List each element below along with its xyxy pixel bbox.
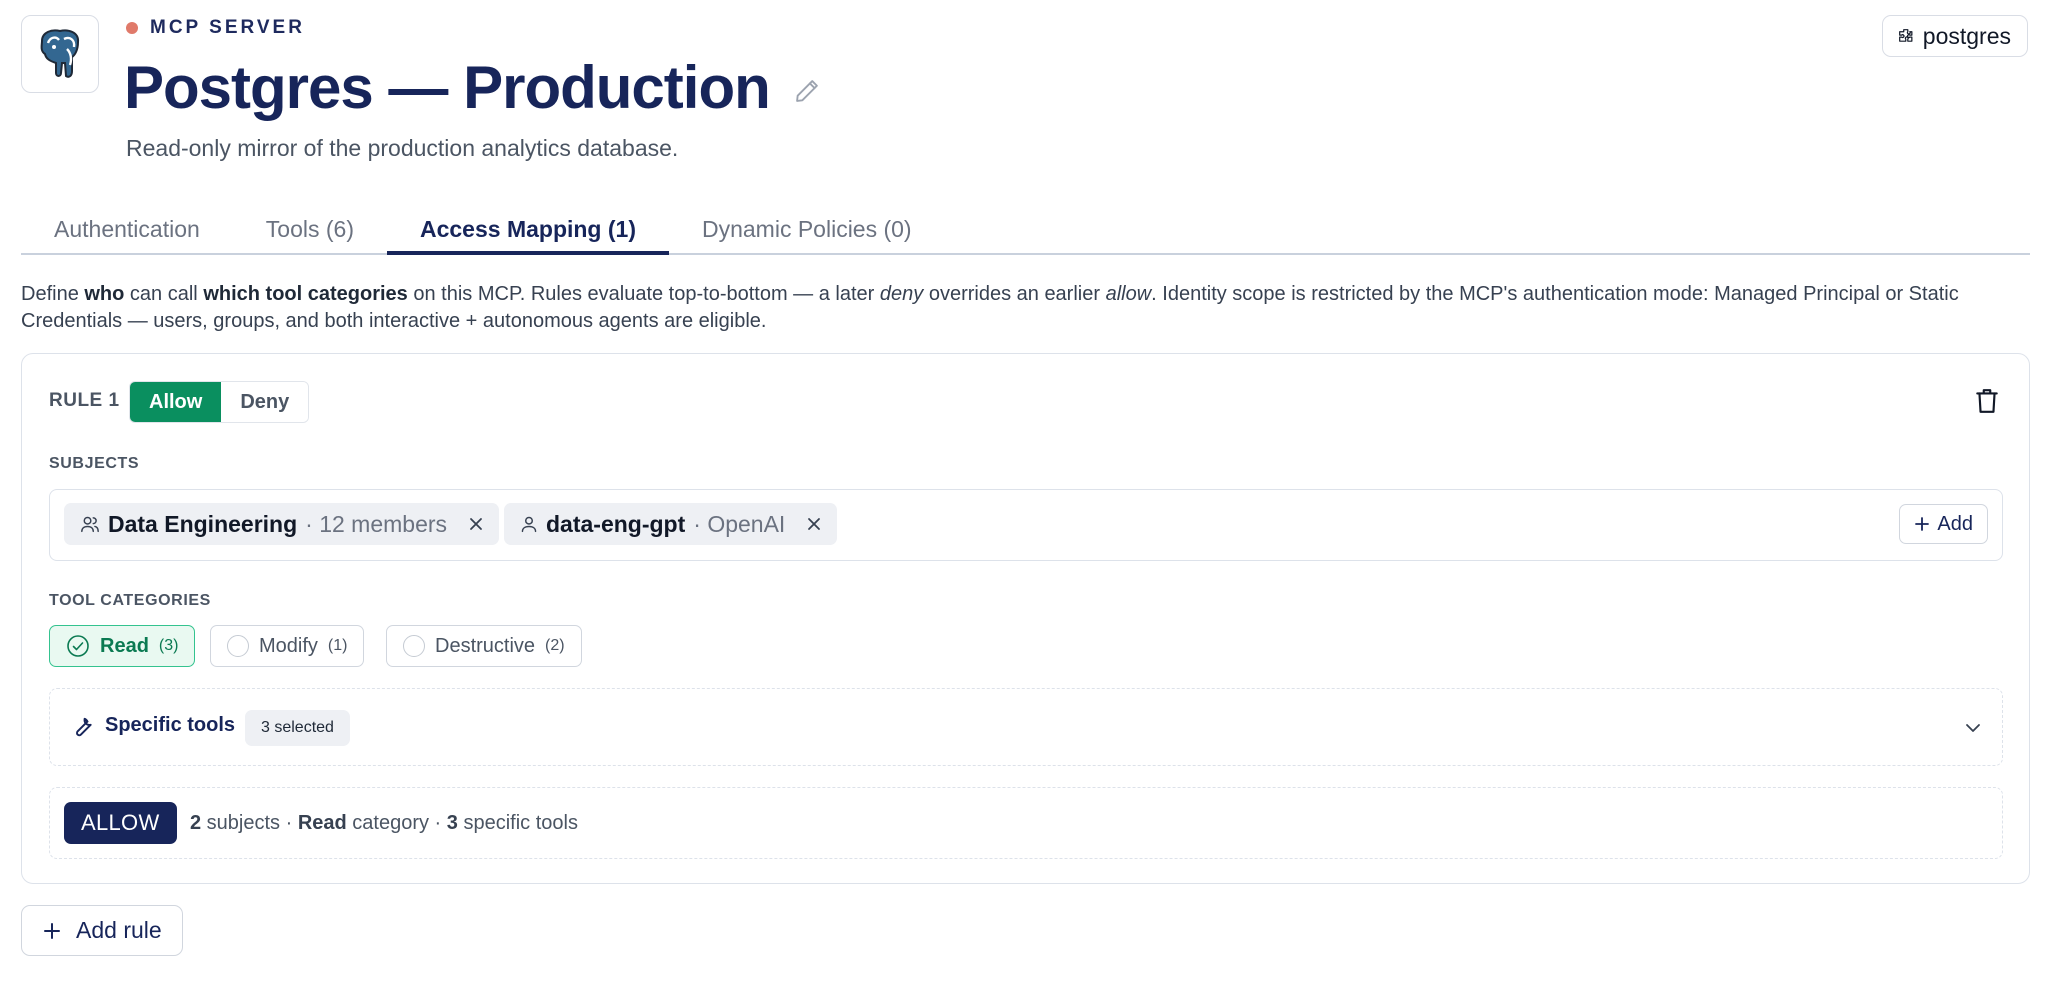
specific-tools-count-badge: 3 selected xyxy=(245,710,350,746)
add-rule-button[interactable]: Add rule xyxy=(21,905,183,956)
subjects-field[interactable]: Data Engineering · 12 members data-eng-g… xyxy=(49,489,2003,561)
summary-text: 2 subjects · Read category · 3 specific … xyxy=(190,812,578,834)
rule-card: RULE 1 Allow Deny SUBJECTS Data Engineer… xyxy=(21,353,2030,884)
edit-title-button[interactable] xyxy=(792,76,822,106)
add-subject-label: Add xyxy=(1937,512,1973,535)
allow-toggle-button[interactable]: Allow xyxy=(130,382,222,422)
plus-icon xyxy=(44,922,60,939)
check-circle-icon xyxy=(67,635,89,657)
postgres-elephant-icon xyxy=(40,29,80,78)
wrench-icon xyxy=(76,717,92,737)
rule-label: RULE 1 xyxy=(49,390,120,411)
add-rule-label: Add rule xyxy=(76,917,162,943)
specific-tools-label: Specific tools xyxy=(105,714,236,736)
add-subject-button[interactable]: Add xyxy=(1899,504,1988,544)
effect-badge: ALLOW xyxy=(64,802,177,844)
remove-subject-button[interactable] xyxy=(805,515,823,533)
eyebrow-text: MCP SERVER xyxy=(150,17,305,38)
access-mapping-description: Define who can call which tool categorie… xyxy=(21,283,1959,332)
subject-name: data-eng-gpt xyxy=(546,510,686,537)
chevron-down-icon xyxy=(1966,724,1980,732)
title-row: Postgres — Production xyxy=(124,50,822,126)
tab-bar: Authentication Tools (6) Access Mapping … xyxy=(21,205,2030,255)
category-name: Modify xyxy=(259,634,318,657)
remove-subject-button[interactable] xyxy=(467,515,485,533)
mcp-logo xyxy=(21,15,99,93)
category-read[interactable]: Read (3) xyxy=(49,625,196,667)
page-title: Postgres — Production xyxy=(124,54,771,121)
category-modify[interactable]: Modify (1) xyxy=(210,625,365,667)
trash-icon xyxy=(1976,389,1998,413)
subject-meta: · 12 members xyxy=(305,510,448,537)
page-subtitle: Read-only mirror of the production analy… xyxy=(126,135,679,161)
delete-rule-button[interactable] xyxy=(1974,387,2002,417)
tab-authentication[interactable]: Authentication xyxy=(21,205,233,255)
group-icon xyxy=(81,516,99,533)
pencil-icon xyxy=(795,80,818,102)
unchecked-circle-icon xyxy=(403,635,425,657)
subject-chip-group: Data Engineering · 12 members xyxy=(64,503,500,545)
specific-tools-expander[interactable]: Specific tools 3 selected xyxy=(49,688,2003,766)
subjects-label: SUBJECTS xyxy=(49,455,140,472)
category-count: (2) xyxy=(545,637,565,654)
tab-access-mapping[interactable]: Access Mapping (1) xyxy=(386,205,669,255)
connector-pill[interactable]: postgres xyxy=(1881,15,2028,57)
puzzle-icon xyxy=(1898,29,1913,42)
rule-summary: ALLOW 2 subjects · Read category · 3 spe… xyxy=(49,787,2003,859)
tool-categories-label: TOOL CATEGORIES xyxy=(49,592,211,609)
category-count: (3) xyxy=(158,637,179,654)
connector-label: postgres xyxy=(1922,22,2011,49)
subject-meta: · OpenAI xyxy=(693,510,786,537)
rule-effect-toggle: Allow Deny xyxy=(129,381,310,423)
status-dot xyxy=(126,22,138,34)
tab-dynamic-policies[interactable]: Dynamic Policies (0) xyxy=(669,205,945,255)
category-name: Destructive xyxy=(435,634,536,657)
category-name: Read xyxy=(100,634,149,657)
category-destructive[interactable]: Destructive (2) xyxy=(386,625,582,667)
server-type-label: MCP SERVER xyxy=(126,17,305,39)
unchecked-circle-icon xyxy=(227,635,249,657)
tab-tools[interactable]: Tools (6) xyxy=(233,205,387,255)
user-icon xyxy=(521,516,537,533)
subject-name: Data Engineering xyxy=(108,510,298,537)
category-count: (1) xyxy=(327,637,348,654)
plus-icon xyxy=(1915,517,1930,531)
subject-chip-agent: data-eng-gpt · OpenAI xyxy=(504,503,838,545)
close-icon xyxy=(808,518,821,530)
deny-toggle-button[interactable]: Deny xyxy=(221,382,309,422)
close-icon xyxy=(470,518,482,530)
